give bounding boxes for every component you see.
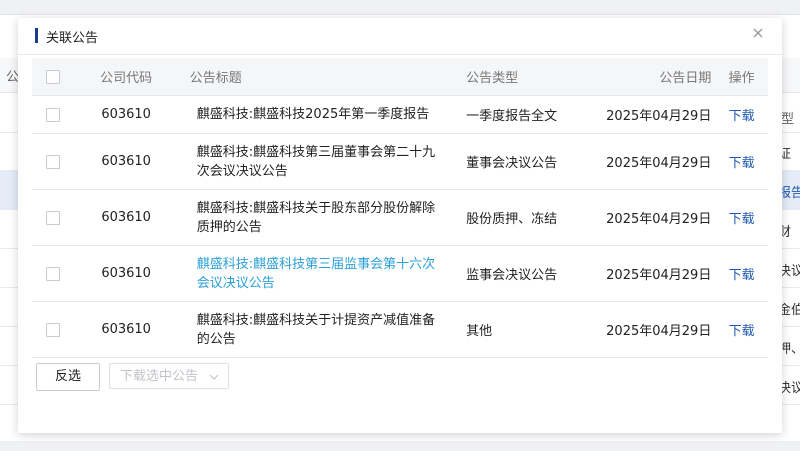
company-code: 603610 [74, 189, 178, 246]
row-checkbox[interactable] [46, 154, 61, 169]
related-announcements-dialog: 关联公告 公司代码 公告标题 公告类型 公告日期 操作 603610 麒盛科技:… [18, 18, 782, 433]
company-code: 603610 [74, 245, 178, 302]
row-checkbox-cell [32, 301, 75, 358]
row-checkbox[interactable] [46, 107, 61, 122]
download-selected-label: 下载选中公告 [120, 369, 199, 384]
invert-selection-button[interactable]: 反选 [36, 363, 100, 391]
header-title: 公告标题 [177, 58, 455, 96]
download-link-cell: 下载 [715, 189, 768, 246]
row-checkbox[interactable] [46, 322, 61, 337]
announcement-type: 一季度报告全文 [454, 95, 589, 134]
row-checkbox-cell [32, 189, 75, 246]
header-operation: 操作 [715, 58, 768, 96]
header-company-code: 公司代码 [74, 58, 178, 96]
download-link[interactable]: 下载 [729, 268, 755, 283]
announcement-type: 股份质押、冻结 [454, 189, 589, 246]
download-link[interactable]: 下载 [729, 156, 755, 171]
announcements-table: 公司代码 公告标题 公告类型 公告日期 操作 603610 麒盛科技:麒盛科技2… [32, 58, 768, 358]
announcement-date: 2025年04月29日 [588, 133, 716, 190]
row-checkbox-cell [32, 95, 75, 134]
row-checkbox-cell [32, 133, 75, 190]
table-row: 603610 麒盛科技:麒盛科技2025年第一季度报告 一季度报告全文 2025… [32, 95, 768, 134]
announcement-title[interactable]: 麒盛科技:麒盛科技第三届监事会第十六次会议决议公告 [177, 245, 455, 302]
announcement-title[interactable]: 麒盛科技:麒盛科技关于计提资产减值准备的公告 [177, 301, 455, 358]
select-all-checkbox[interactable] [46, 69, 61, 84]
table-header-row: 公司代码 公告标题 公告类型 公告日期 操作 [32, 58, 768, 96]
download-selected-button[interactable]: 下载选中公告 [109, 363, 229, 389]
table-row-hovered: 603610 麒盛科技:麒盛科技第三届监事会第十六次会议决议公告 监事会决议公告… [32, 245, 768, 302]
close-icon[interactable] [751, 26, 765, 40]
announcement-date: 2025年04月29日 [588, 95, 716, 134]
download-link-cell: 下载 [715, 133, 768, 190]
company-code: 603610 [74, 133, 178, 190]
table-row: 603610 麒盛科技:麒盛科技关于计提资产减值准备的公告 其他 2025年04… [32, 301, 768, 358]
announcement-date: 2025年04月29日 [588, 245, 716, 302]
download-link[interactable]: 下载 [729, 324, 755, 339]
row-checkbox-cell [32, 245, 75, 302]
table-row: 603610 麒盛科技:麒盛科技关于股东部分股份解除质押的公告 股份质押、冻结 … [32, 189, 768, 246]
download-link-cell: 下载 [715, 245, 768, 302]
announcement-type: 监事会决议公告 [454, 245, 589, 302]
announcement-date: 2025年04月29日 [588, 301, 716, 358]
header-type: 公告类型 [454, 58, 589, 96]
select-all-cell [32, 58, 75, 96]
announcement-title[interactable]: 麒盛科技:麒盛科技关于股东部分股份解除质押的公告 [177, 189, 455, 246]
row-checkbox[interactable] [46, 210, 61, 225]
announcement-type: 董事会决议公告 [454, 133, 589, 190]
table-row: 603610 麒盛科技:麒盛科技第三届董事会第二十九次会议决议公告 董事会决议公… [32, 133, 768, 190]
announcement-title[interactable]: 麒盛科技:麒盛科技2025年第一季度报告 [177, 95, 455, 134]
announcement-date: 2025年04月29日 [588, 189, 716, 246]
row-checkbox[interactable] [46, 266, 61, 281]
header-date: 公告日期 [588, 58, 716, 96]
chevron-down-icon [209, 364, 219, 400]
title-accent-bar [35, 28, 38, 43]
company-code: 603610 [74, 95, 178, 134]
announcement-type: 其他 [454, 301, 589, 358]
download-link-cell: 下载 [715, 95, 768, 134]
download-link[interactable]: 下载 [729, 212, 755, 227]
announcement-title[interactable]: 麒盛科技:麒盛科技第三届董事会第二十九次会议决议公告 [177, 133, 455, 190]
download-link-cell: 下载 [715, 301, 768, 358]
download-link[interactable]: 下载 [729, 109, 755, 124]
dialog-title: 关联公告 [46, 31, 99, 46]
company-code: 603610 [74, 301, 178, 358]
dialog-header: 关联公告 [18, 18, 782, 55]
